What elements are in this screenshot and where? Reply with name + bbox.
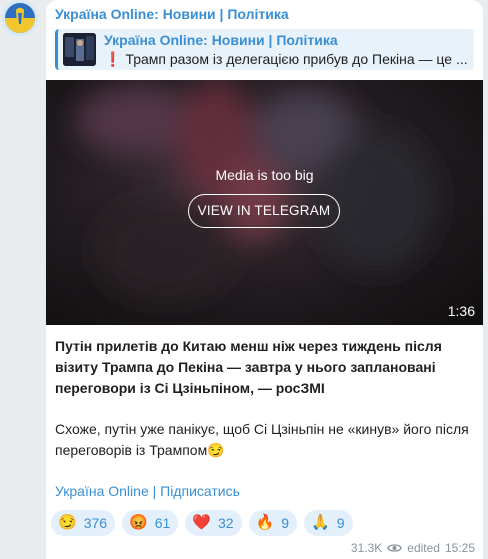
view-in-telegram-button[interactable]: VIEW IN TELEGRAM xyxy=(188,194,340,228)
reaction-count: 61 xyxy=(154,515,171,531)
post-headline: Путін прилетів до Китаю менш ніж через т… xyxy=(55,338,442,396)
angry-face-icon: 😡 xyxy=(129,514,148,531)
reply-thumbnail xyxy=(63,33,96,66)
smirk-icon: 😏 xyxy=(58,514,77,531)
fire-icon: 🔥 xyxy=(255,514,275,531)
media-too-big-message: Media is too big xyxy=(215,167,314,183)
reaction-count: 32 xyxy=(218,515,234,531)
video-duration: 1:36 xyxy=(447,303,475,319)
subscribe-link[interactable]: Україна Online | Підписатись xyxy=(55,483,240,499)
channel-name[interactable]: Україна Online: Новини | Політика xyxy=(55,6,289,22)
eye-icon xyxy=(387,544,403,552)
post-body: Схоже, путін уже панікує, щоб Сі Цзіньпі… xyxy=(55,421,469,458)
reaction-count: 376 xyxy=(83,515,108,531)
channel-avatar[interactable] xyxy=(2,0,38,36)
message-meta: 31.3K edited 15:25 xyxy=(351,541,475,555)
media-video[interactable]: Media is too big VIEW IN TELEGRAM 1:36 xyxy=(46,80,483,325)
heart-icon: ❤️ xyxy=(192,514,211,531)
message-time: 15:25 xyxy=(444,541,475,555)
edited-label: edited xyxy=(407,541,440,555)
reply-title: Україна Online: Новини | Політика xyxy=(104,32,338,48)
reaction-pray[interactable]: 🙏 9 xyxy=(304,510,353,536)
reaction-count: 9 xyxy=(281,515,290,531)
reactions-bar: 😏 376 😡 61 ❤️ 32 🔥 9 🙏 9 xyxy=(51,510,353,536)
reaction-heart[interactable]: ❤️ 32 xyxy=(185,510,242,536)
reaction-fire[interactable]: 🔥 9 xyxy=(248,510,298,536)
reply-text: ❗ Трамп разом із делегацією прибув до Пек… xyxy=(104,51,472,68)
reply-text-content: Трамп разом із делегацією прибув до Пекі… xyxy=(125,51,468,67)
praying-hands-icon: 🙏 xyxy=(311,514,330,531)
reaction-count: 9 xyxy=(336,515,345,531)
message-bubble: Україна Online: Новини | Політика Україн… xyxy=(46,0,483,559)
reaction-smirk[interactable]: 😏 376 xyxy=(51,510,116,536)
reply-preview[interactable]: Україна Online: Новини | Політика ❗ Трамп… xyxy=(55,29,474,70)
exclamation-icon: ❗ xyxy=(104,51,122,67)
channel-avatar-image xyxy=(2,0,38,36)
reaction-angry[interactable]: 😡 61 xyxy=(122,510,179,536)
view-count: 31.3K xyxy=(350,541,383,555)
